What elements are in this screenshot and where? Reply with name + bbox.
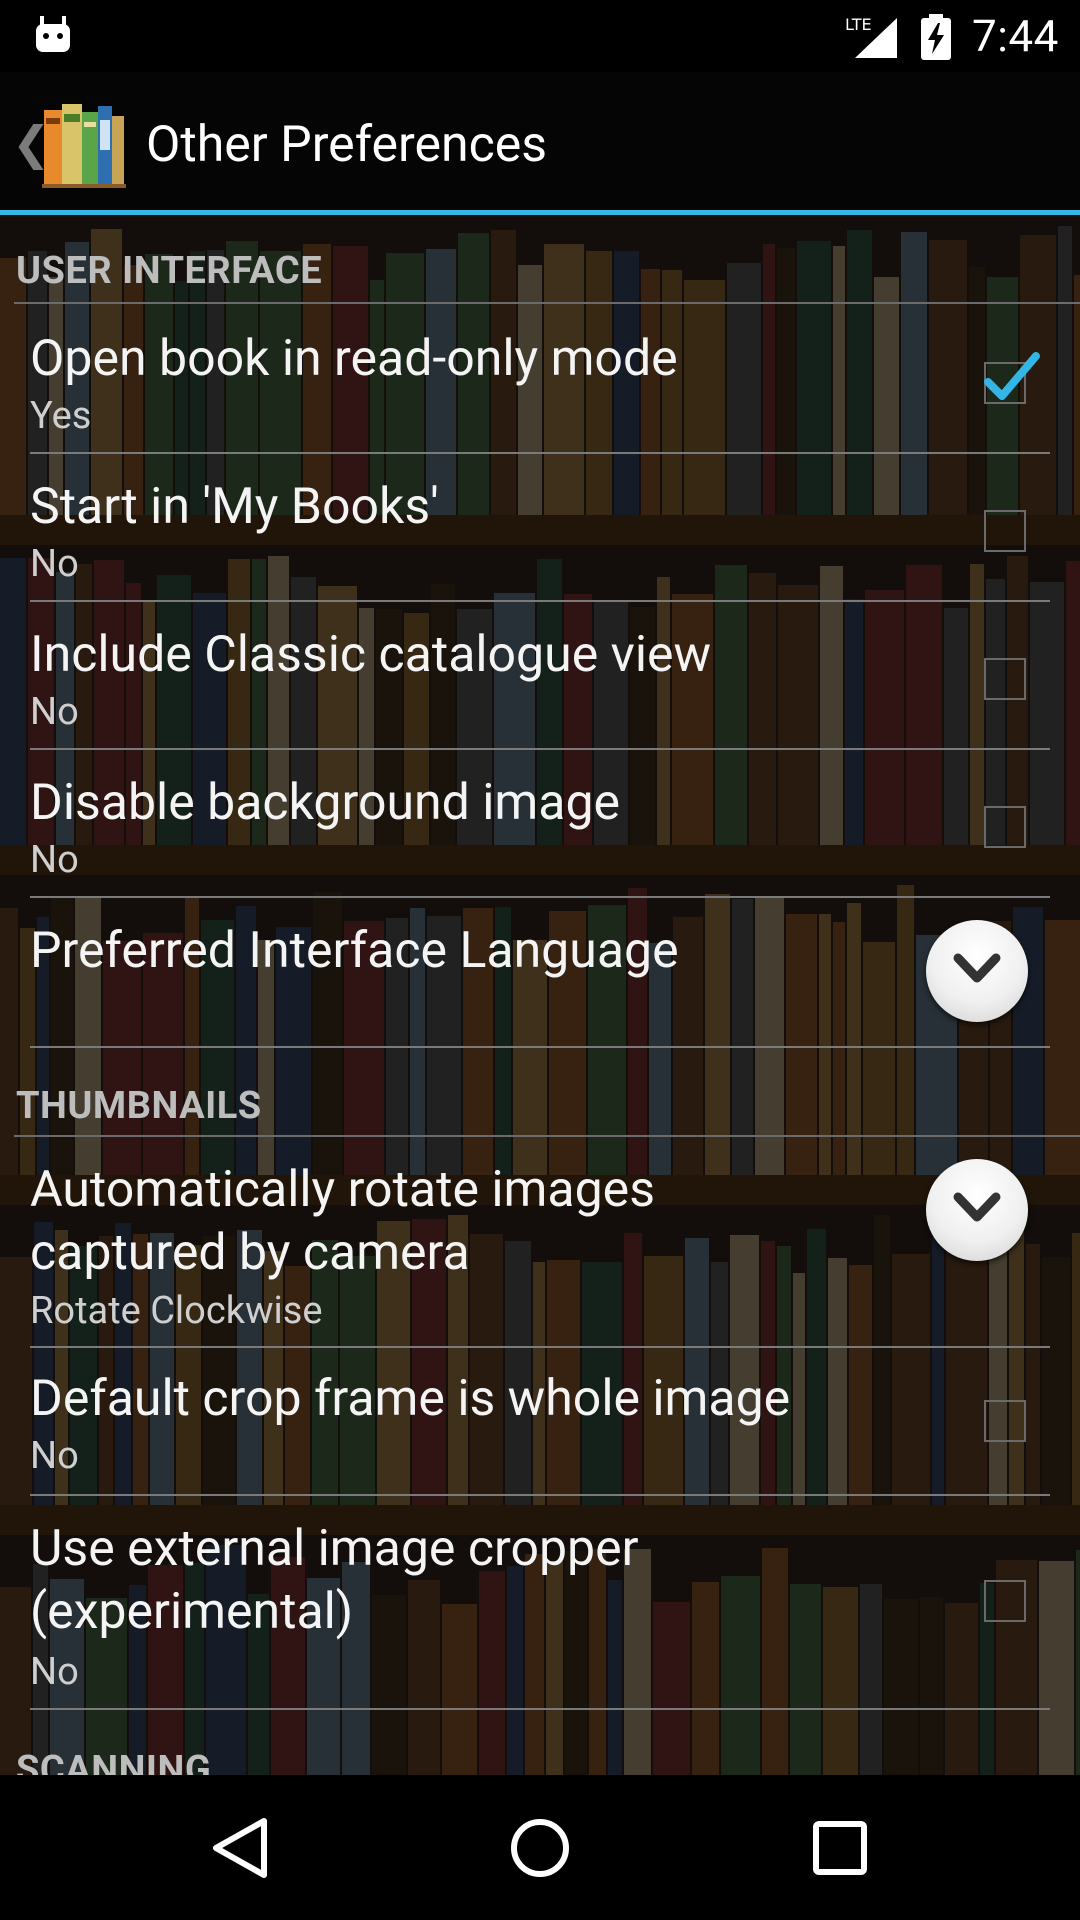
books-app-icon[interactable] <box>40 100 128 190</box>
action-bar: ❮ Other Preferences <box>0 72 1080 215</box>
status-time: 7:44 <box>972 10 1059 62</box>
pref-title: Default crop frame is whole image <box>30 1370 791 1428</box>
read-only-checkbox[interactable] <box>984 352 1040 404</box>
chevron-down-icon <box>953 1192 1001 1222</box>
status-bar: LTE 7:44 <box>0 0 1080 72</box>
network-label: LTE <box>845 15 872 34</box>
checkmark-icon <box>984 352 1040 400</box>
preference-list: USER INTERFACE Open book in read-only mo… <box>0 215 1080 1775</box>
pref-external-cropper[interactable]: Use external image cropper (experimental… <box>30 1496 1050 1710</box>
category-divider <box>14 302 1080 304</box>
pref-open-read-only[interactable]: Open book in read-only mode Yes <box>30 306 1050 454</box>
pref-summary: No <box>30 690 79 734</box>
pref-auto-rotate[interactable]: Automatically rotate images captured by … <box>30 1137 1050 1348</box>
pref-title: Preferred Interface Language <box>30 922 679 980</box>
lte-signal-icon: LTE <box>845 15 897 58</box>
category-header: THUMBNAILS <box>16 1084 262 1128</box>
pref-interface-language[interactable]: Preferred Interface Language <box>30 898 1050 1048</box>
pref-summary: No <box>30 1650 79 1694</box>
category-scanning: SCANNING <box>0 1710 1080 1775</box>
pref-title: Include Classic catalogue view <box>30 626 712 684</box>
pref-title: Disable background image <box>30 774 621 832</box>
rotate-dropdown-button[interactable] <box>926 1159 1028 1261</box>
pref-disable-background[interactable]: Disable background image No <box>30 750 1050 898</box>
start-my-books-checkbox[interactable] <box>984 510 1026 552</box>
pref-title: Automatically rotate images captured by … <box>30 1161 655 1282</box>
battery-charging-icon <box>921 14 951 60</box>
pref-default-crop[interactable]: Default crop frame is whole image No <box>30 1348 1050 1496</box>
pref-title: Use external image cropper (experimental… <box>30 1520 639 1641</box>
android-notification-icon <box>36 16 70 52</box>
pref-summary: No <box>30 838 79 882</box>
pref-start-my-books[interactable]: Start in 'My Books' No <box>30 454 1050 602</box>
pref-summary: No <box>30 1434 79 1478</box>
pref-summary: Yes <box>30 394 92 438</box>
category-header: SCANNING <box>16 1748 212 1775</box>
category-thumbnails: THUMBNAILS <box>0 1048 1080 1137</box>
preferences-content[interactable]: USER INTERFACE Open book in read-only mo… <box>0 215 1080 1775</box>
pref-classic-catalogue[interactable]: Include Classic catalogue view No <box>30 602 1050 750</box>
external-cropper-checkbox[interactable] <box>984 1580 1026 1622</box>
pref-summary: Rotate Clockwise <box>30 1289 323 1333</box>
language-dropdown-button[interactable] <box>926 920 1028 1022</box>
chevron-down-icon <box>953 953 1001 983</box>
default-crop-checkbox[interactable] <box>984 1400 1026 1442</box>
pref-title: Open book in read-only mode <box>30 330 678 388</box>
home-icon[interactable] <box>470 1775 610 1920</box>
classic-catalogue-checkbox[interactable] <box>984 658 1026 700</box>
pref-summary: No <box>30 542 79 586</box>
category-header: USER INTERFACE <box>16 249 323 293</box>
page-title: Other Preferences <box>146 116 548 174</box>
back-icon[interactable] <box>170 1775 310 1920</box>
category-user-interface: USER INTERFACE <box>0 215 1080 306</box>
navigation-bar <box>0 1775 1080 1920</box>
disable-background-checkbox[interactable] <box>984 806 1026 848</box>
pref-title: Start in 'My Books' <box>30 478 439 536</box>
recents-icon[interactable] <box>770 1775 910 1920</box>
